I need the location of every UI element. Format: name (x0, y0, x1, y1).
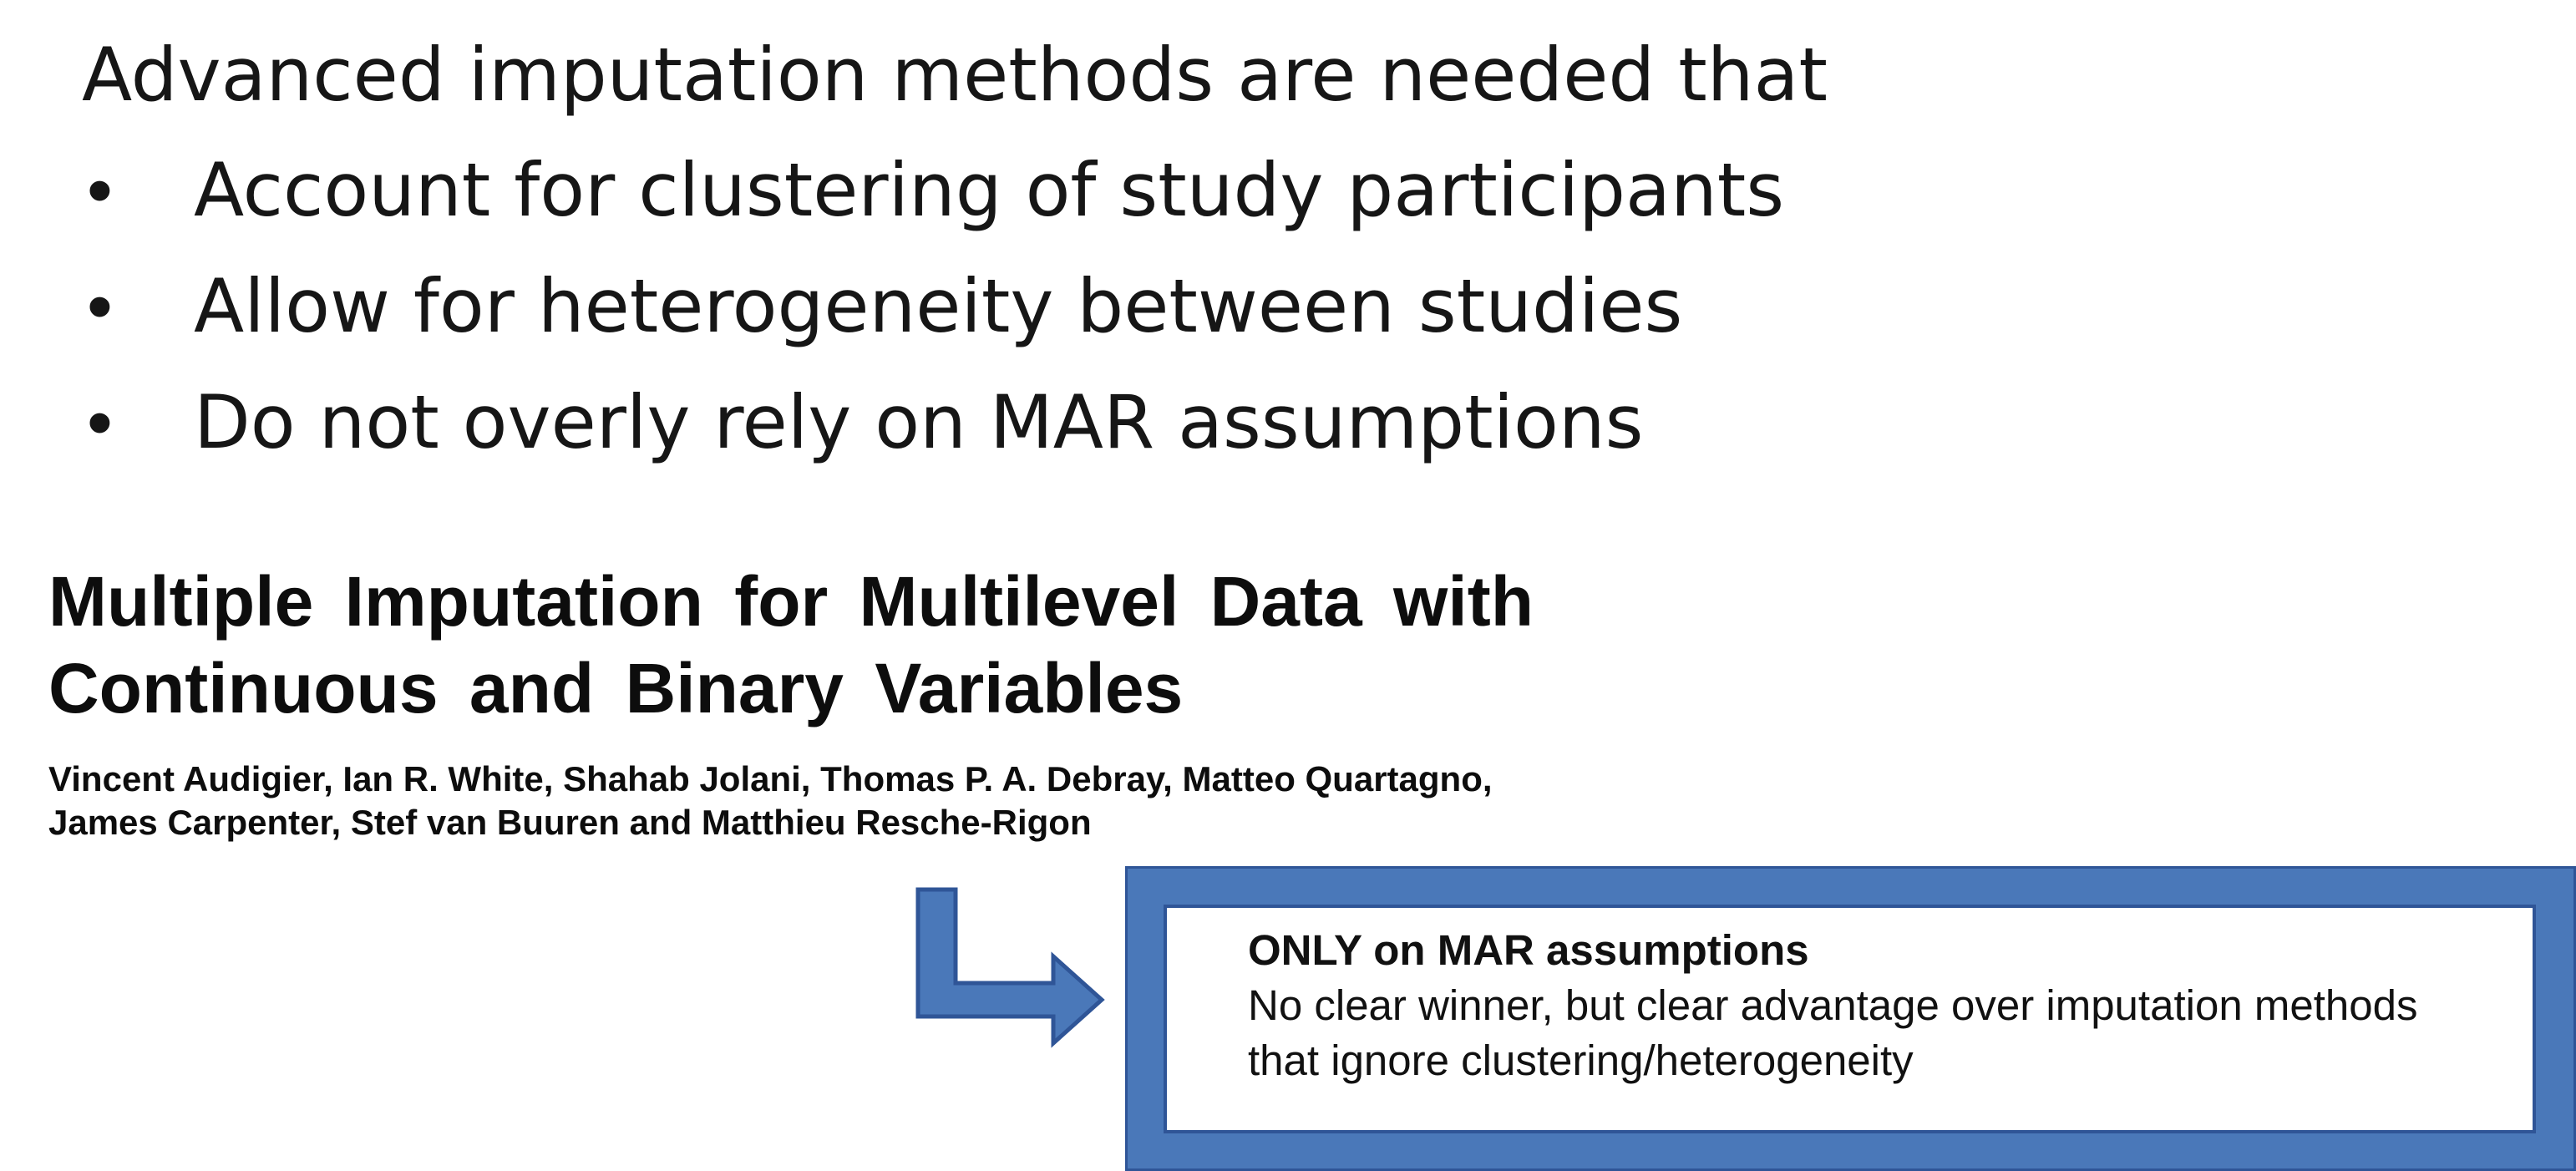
bullet-marker: • (87, 149, 113, 231)
bullet-text: Do not overly rely on MAR assumptions (194, 379, 1644, 465)
slide: Advanced imputation methods are needed t… (0, 0, 2576, 1171)
bent-arrow-right-icon (915, 887, 1105, 1048)
paper-authors-line: Vincent Audigier, Ian R. White, Shahab J… (48, 759, 1493, 798)
paper-title-line: Continuous and Binary Variables (48, 649, 1184, 727)
callout-heading: ONLY on MAR assumptions (1248, 926, 1809, 974)
paper-title-line: Multiple Imputation for Multilevel Data … (48, 562, 1534, 641)
paper-authors-line: James Carpenter, Stef van Buuren and Mat… (48, 803, 1092, 842)
bullet-marker: • (87, 381, 113, 464)
paper-authors: Vincent Audigier, Ian R. White, Shahab J… (48, 758, 1493, 844)
intro-text: Advanced imputation methods are needed t… (82, 32, 1828, 118)
bullet-text: Account for clustering of study particip… (194, 147, 1785, 233)
bullet-marker: • (87, 265, 113, 347)
bullet-text: Allow for heterogeneity between studies (194, 263, 1683, 349)
callout-line: that ignore clustering/heterogeneity (1248, 1037, 1914, 1084)
callout-text: ONLY on MAR assumptions No clear winner,… (1248, 923, 2417, 1088)
paper-title: Multiple Imputation for Multilevel Data … (48, 558, 1534, 732)
callout-line: No clear winner, but clear advantage ove… (1248, 981, 2418, 1029)
